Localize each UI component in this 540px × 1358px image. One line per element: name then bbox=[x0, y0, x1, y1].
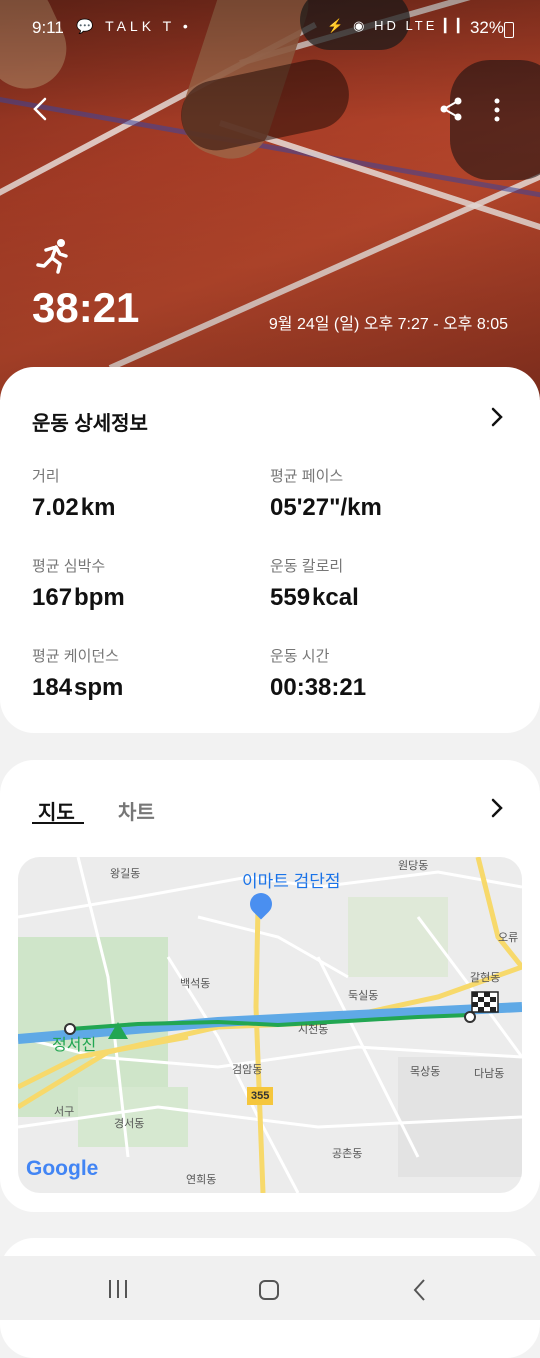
stat-value: 559 bbox=[270, 584, 311, 611]
details-chevron-right-icon[interactable] bbox=[490, 407, 504, 427]
recent-apps-icon[interactable] bbox=[106, 1278, 130, 1300]
map-label: 백석동 bbox=[180, 978, 211, 990]
stat-value: 167 bbox=[32, 584, 73, 611]
back-button[interactable] bbox=[26, 94, 56, 124]
stat-distance: 거리 7.02km bbox=[32, 465, 115, 522]
stat-workout-time: 운동 시간 00:38:21 bbox=[270, 645, 366, 702]
hero-photo bbox=[0, 0, 540, 400]
tab-map[interactable]: 지도 bbox=[38, 796, 75, 825]
system-nav-bar bbox=[0, 1256, 540, 1320]
stat-heart-rate: 평균 심박수 167bpm bbox=[32, 555, 125, 612]
map-label: 시천동 bbox=[298, 1024, 329, 1036]
more-icon bbox=[494, 98, 500, 122]
stat-label: 평균 페이스 bbox=[270, 468, 344, 485]
status-bar: 9:11 💬 TALK T • ⚡ ◉ HD LTE ▎▎ 32% bbox=[0, 0, 540, 58]
map-label: 목상동 bbox=[410, 1066, 441, 1078]
stat-value: 05'27"/km bbox=[270, 494, 382, 521]
map-attribution: Google bbox=[26, 1157, 99, 1180]
route-end-marker bbox=[464, 1011, 476, 1023]
route-map[interactable]: 이마트 검단점 원당동 왕길동 오류 갈현동 백석동 둑실동 정서진 시천동 검… bbox=[18, 857, 522, 1193]
stat-value: 184 bbox=[32, 674, 73, 701]
map-label: 연희동 bbox=[186, 1174, 217, 1186]
signal-icons: ⚡ ◉ HD LTE ▎▎ bbox=[327, 18, 470, 33]
stat-label: 운동 시간 bbox=[270, 648, 330, 665]
poi-label: 이마트 검단점 bbox=[242, 872, 341, 891]
stat-label: 거리 bbox=[32, 468, 60, 485]
map-label: 정서진 bbox=[52, 1037, 97, 1054]
map-label: 검암동 bbox=[232, 1064, 263, 1076]
stat-unit: kcal bbox=[312, 584, 359, 611]
map-label: 오류 bbox=[498, 932, 519, 944]
more-options-button[interactable] bbox=[488, 96, 506, 124]
map-label: 갈현동 bbox=[470, 972, 501, 984]
share-icon bbox=[440, 97, 462, 121]
tab-selected-indicator bbox=[32, 822, 84, 824]
finish-flag-icon bbox=[471, 991, 499, 1013]
map-label: 왕길동 bbox=[110, 868, 141, 880]
stat-label: 평균 심박수 bbox=[32, 558, 106, 575]
stat-unit: bpm bbox=[74, 584, 125, 611]
stat-average-pace: 평균 페이스 05'27"/km bbox=[270, 465, 382, 522]
notification-icons: 💬 TALK T • bbox=[76, 18, 192, 34]
map-card: 지도 차트 이마트 검단점 원당동 왕길동 오류 갈현동 백석동 둑실동 정서진… bbox=[0, 760, 540, 1212]
workout-details-card[interactable]: 운동 상세정보 거리 7.02km 평균 페이스 05'27"/km 평균 심박… bbox=[0, 367, 540, 733]
stat-unit: spm bbox=[74, 674, 124, 701]
home-icon[interactable] bbox=[257, 1278, 281, 1302]
running-icon bbox=[36, 238, 72, 274]
battery-icon bbox=[504, 22, 514, 38]
map-chevron-right-icon[interactable] bbox=[490, 798, 504, 818]
back-icon bbox=[33, 97, 47, 121]
details-title: 운동 상세정보 bbox=[32, 413, 148, 435]
stat-calories: 운동 칼로리 559kcal bbox=[270, 555, 359, 612]
stat-label: 운동 칼로리 bbox=[270, 558, 344, 575]
map-label: 원당동 bbox=[398, 860, 429, 872]
google-logo: Google bbox=[26, 1157, 98, 1181]
back-nav-icon[interactable] bbox=[410, 1278, 430, 1302]
map-label: 서구 bbox=[54, 1106, 75, 1118]
stat-value: 00:38:21 bbox=[270, 674, 367, 701]
workout-date-range: 9월 24일 (일) 오후 7:27 - 오후 8:05 bbox=[268, 316, 508, 333]
stat-label: 평균 케이던스 bbox=[32, 648, 119, 665]
battery-level: 32% bbox=[469, 18, 504, 37]
stat-unit: km bbox=[80, 494, 116, 521]
map-label: 다남동 bbox=[474, 1068, 505, 1080]
map-label: 둑실동 bbox=[348, 990, 379, 1002]
road-number-label: 355 bbox=[251, 1090, 270, 1102]
tab-chart[interactable]: 차트 bbox=[118, 796, 155, 825]
stat-value: 7.02 bbox=[32, 494, 79, 521]
map-label: 경서동 bbox=[114, 1118, 145, 1130]
stat-cadence: 평균 케이던스 184spm bbox=[32, 645, 123, 702]
workout-duration: 38:21 bbox=[32, 284, 140, 331]
status-time: 9:11 bbox=[32, 18, 64, 37]
map-label: 공촌동 bbox=[332, 1148, 363, 1160]
share-button[interactable] bbox=[438, 96, 464, 122]
